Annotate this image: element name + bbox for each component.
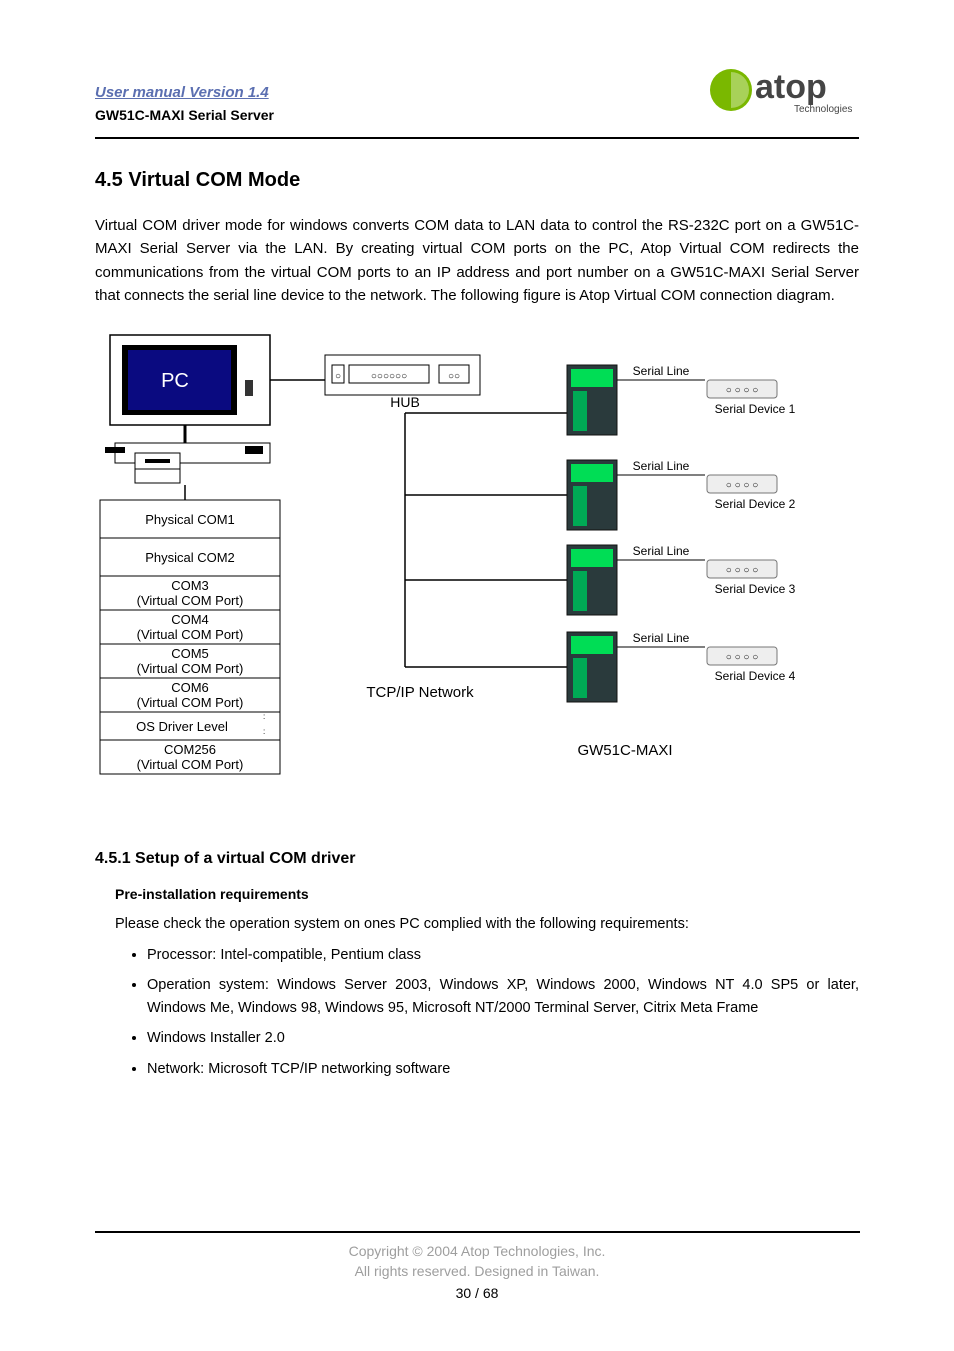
svg-text:○○: ○○ xyxy=(448,371,460,382)
logo-text: atop xyxy=(755,68,827,106)
svg-text:Serial Device 3: Serial Device 3 xyxy=(715,582,796,596)
port-list: Physical COM1 Physical COM2 COM3 (Virtua… xyxy=(100,500,280,774)
svg-text:Serial Device 4: Serial Device 4 xyxy=(715,669,796,683)
svg-text:COM256: COM256 xyxy=(164,742,216,757)
svg-text:OS Driver Level: OS Driver Level xyxy=(136,719,228,734)
svg-text:○ ○ ○ ○: ○ ○ ○ ○ xyxy=(726,565,759,576)
svg-text:COM4: COM4 xyxy=(171,612,209,627)
page-number: 30 / 68 xyxy=(0,1285,954,1301)
svg-text:○○○○○○: ○○○○○○ xyxy=(371,371,407,382)
gw-label: GW51C-MAXI xyxy=(577,742,672,759)
svg-text:(Virtual COM Port): (Virtual COM Port) xyxy=(137,757,244,772)
svg-text:○ ○ ○ ○: ○ ○ ○ ○ xyxy=(726,385,759,396)
hub-label: HUB xyxy=(390,394,420,410)
list-item: Network: Microsoft TCP/IP networking sof… xyxy=(147,1058,859,1080)
svg-text:(Virtual COM Port): (Virtual COM Port) xyxy=(137,661,244,676)
svg-text:Serial Line: Serial Line xyxy=(633,544,690,558)
footer: Copyright © 2004 Atop Technologies, Inc.… xyxy=(0,1231,954,1305)
subsection-title: 4.5.1 Setup of a virtual COM driver xyxy=(95,850,859,868)
svg-text:COM6: COM6 xyxy=(171,680,209,695)
svg-text:○ ○ ○ ○: ○ ○ ○ ○ xyxy=(726,480,759,491)
footer-rights: All rights reserved. Designed in Taiwan. xyxy=(0,1263,954,1279)
header: User manual Version 1.4 GW51C-MAXI Seria… xyxy=(95,60,859,123)
pre-install-intro: Please check the operation system on one… xyxy=(115,916,859,932)
svg-text:Serial Line: Serial Line xyxy=(633,459,690,473)
svg-text:(Virtual COM Port): (Virtual COM Port) xyxy=(137,593,244,608)
section-paragraph: Virtual COM driver mode for windows conv… xyxy=(95,214,859,307)
svg-text:○: ○ xyxy=(335,371,341,382)
svg-text:Serial Line: Serial Line xyxy=(633,364,690,378)
svg-text:(Virtual COM Port): (Virtual COM Port) xyxy=(137,695,244,710)
product-title: GW51C-MAXI Serial Server xyxy=(95,107,274,123)
svg-text:COM5: COM5 xyxy=(171,646,209,661)
section-title: 4.5 Virtual COM Mode xyxy=(95,169,859,192)
gateway-group: Serial Line ○ ○ ○ ○ Serial Device 1 Seri… xyxy=(405,364,796,702)
pre-install-heading: Pre-installation requirements xyxy=(115,886,859,902)
virtual-com-diagram: PC ○ ○○○○○○ ○○ HUB xyxy=(95,325,855,830)
footer-copyright: Copyright © 2004 Atop Technologies, Inc. xyxy=(0,1243,954,1259)
svg-text:Serial Line: Serial Line xyxy=(633,631,690,645)
svg-text::: : xyxy=(263,712,265,721)
svg-text:Physical COM1: Physical COM1 xyxy=(145,512,235,527)
svg-text::: : xyxy=(263,727,265,736)
network-label: TCP/IP Network xyxy=(366,684,474,701)
svg-text:(Virtual COM Port): (Virtual COM Port) xyxy=(137,627,244,642)
svg-text:○ ○ ○ ○: ○ ○ ○ ○ xyxy=(726,652,759,663)
list-item: Operation system: Windows Server 2003, W… xyxy=(147,974,859,1019)
header-divider xyxy=(95,137,859,139)
pc-label: PC xyxy=(161,370,189,392)
requirements-list: Processor: Intel-compatible, Pentium cla… xyxy=(147,944,859,1080)
list-item: Processor: Intel-compatible, Pentium cla… xyxy=(147,944,859,966)
svg-text:Serial Device 1: Serial Device 1 xyxy=(715,402,796,416)
svg-text:COM3: COM3 xyxy=(171,578,209,593)
logo-subtext: Technologies xyxy=(794,104,852,115)
atop-logo: atop Technologies xyxy=(709,60,859,123)
svg-text:Physical COM2: Physical COM2 xyxy=(145,550,235,565)
list-item: Windows Installer 2.0 xyxy=(147,1027,859,1049)
svg-text:Serial Device 2: Serial Device 2 xyxy=(715,497,796,511)
manual-title: User manual Version 1.4 xyxy=(95,84,274,101)
